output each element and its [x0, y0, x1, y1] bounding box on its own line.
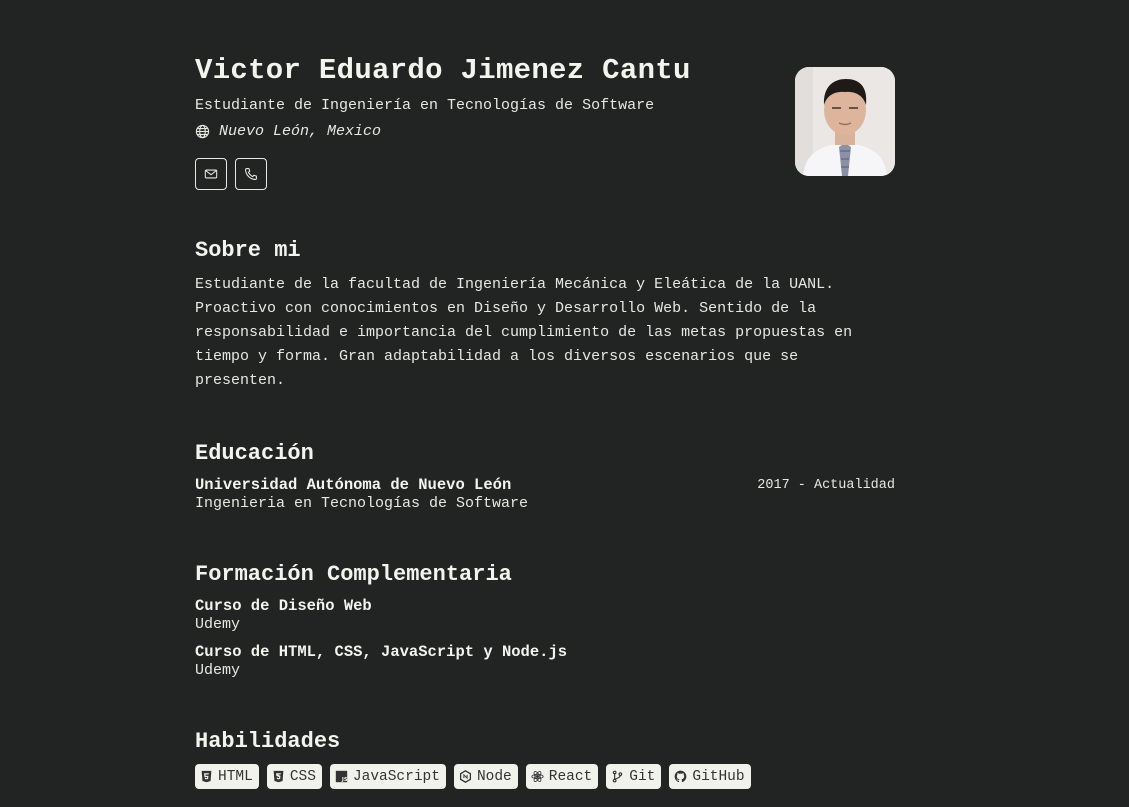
skill-label: Git	[629, 768, 656, 785]
skill-label: Node	[476, 768, 512, 785]
contact-links	[195, 158, 267, 190]
git-icon	[613, 770, 623, 783]
profile-subtitle: Estudiante de Ingeniería en Tecnologías …	[195, 97, 655, 114]
javascript-icon: JS	[335, 770, 348, 783]
skill-badge-html: HTML	[195, 764, 259, 789]
skill-label: GitHub	[692, 768, 745, 785]
html5-icon	[201, 770, 212, 783]
skills-list: HTML CSS JS JavaScript Node React Git Gi…	[195, 764, 751, 789]
cv-page: Victor Eduardo Jimenez Cantu Estudiante …	[195, 0, 895, 789]
css3-icon	[273, 770, 284, 783]
training-item: Curso de HTML, CSS, JavaScript y Node.js…	[195, 643, 567, 679]
skill-badge-github: GitHub	[669, 764, 751, 789]
profile-name: Victor Eduardo Jimenez Cantu	[195, 54, 691, 87]
training-org: Udemy	[195, 616, 241, 633]
skill-label: CSS	[289, 768, 316, 785]
svg-text:JS: JS	[341, 777, 348, 783]
phone-button[interactable]	[235, 158, 267, 190]
about-heading: Sobre mi	[195, 238, 301, 263]
education-heading: Educación	[195, 441, 314, 466]
github-icon	[675, 770, 687, 783]
about-text: Estudiante de la facultad de Ingeniería …	[195, 276, 853, 389]
skill-label: HTML	[218, 768, 253, 785]
education-item: Universidad Autónoma de Nuevo León 2017 …	[195, 476, 895, 512]
training-item: Curso de Diseño Web Udemy	[195, 597, 372, 633]
training-title: Curso de Diseño Web	[195, 597, 372, 615]
profile-location: Nuevo León, Mexico	[195, 123, 381, 140]
nodejs-icon	[459, 770, 471, 783]
globe-icon	[195, 124, 210, 139]
training-heading: Formación Complementaria	[195, 562, 512, 587]
education-years: 2017 - Actualidad	[757, 478, 895, 493]
mail-icon	[204, 169, 218, 179]
phone-icon	[245, 168, 257, 180]
profile-photo	[795, 67, 895, 176]
react-icon	[531, 771, 544, 782]
training-org: Udemy	[195, 662, 241, 679]
skill-badge-react: React	[525, 764, 599, 789]
skill-badge-node: Node	[453, 764, 518, 789]
skill-badge-css: CSS	[266, 764, 322, 789]
training-title: Curso de HTML, CSS, JavaScript y Node.js	[195, 643, 568, 661]
skills-heading: Habilidades	[195, 729, 341, 754]
location-text: Nuevo León, Mexico	[219, 123, 382, 140]
skill-badge-git: Git	[606, 764, 662, 789]
email-button[interactable]	[195, 158, 227, 190]
education-degree: Ingenieria en Tecnologías de Software	[195, 495, 529, 512]
profile-header: Victor Eduardo Jimenez Cantu Estudiante …	[195, 0, 895, 200]
skill-badge-javascript: JS JavaScript	[329, 764, 446, 789]
skill-label: React	[548, 768, 593, 785]
skill-label: JavaScript	[352, 768, 440, 785]
